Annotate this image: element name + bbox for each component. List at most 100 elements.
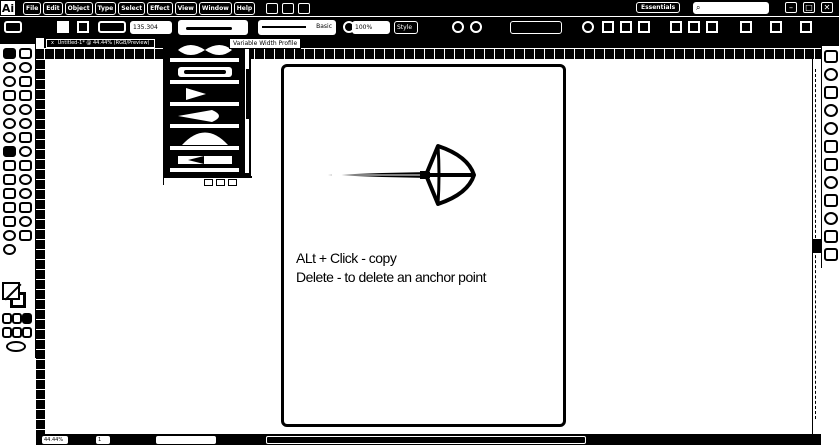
free-transform-icon[interactable] — [3, 146, 16, 157]
width-profile-item[interactable] — [170, 150, 239, 170]
variable-width-profile-select[interactable] — [178, 20, 248, 35]
menu-edit[interactable]: Edit — [43, 1, 63, 15]
search-help-input[interactable]: ⌕ — [693, 2, 769, 14]
stroke-swatch[interactable] — [77, 21, 89, 33]
control-panel-menu-icon[interactable] — [800, 21, 812, 33]
width-profile-scroll-thumb[interactable] — [246, 69, 249, 119]
transform-icon[interactable] — [582, 21, 594, 33]
none-mode-icon[interactable] — [22, 313, 32, 324]
eyedropper-icon[interactable] — [19, 174, 32, 185]
recolor-artwork-icon[interactable] — [452, 21, 464, 33]
vertical-scrollbar[interactable] — [812, 59, 821, 434]
align-middle-icon[interactable] — [688, 21, 700, 33]
magic-wand-icon[interactable] — [3, 62, 16, 73]
zoom-icon[interactable] — [3, 230, 16, 241]
slice-icon[interactable] — [3, 216, 16, 227]
document-tab[interactable]: x Untitled-1* @ 44.44% (RGB/Preview) — [46, 39, 155, 48]
brushes-icon[interactable] — [824, 104, 838, 117]
menu-view[interactable]: View — [174, 1, 197, 15]
type-icon[interactable] — [19, 76, 32, 87]
draw-normal-icon[interactable] — [2, 327, 12, 338]
color-panel-icon[interactable] — [824, 50, 838, 63]
screen-mode-icon[interactable] — [298, 2, 311, 14]
graphic-styles-icon[interactable] — [824, 212, 838, 225]
arrow-artwork[interactable] — [322, 138, 478, 214]
zoom-level-field[interactable]: 44.44% — [42, 436, 68, 444]
fill-swatch[interactable] — [57, 21, 69, 33]
opacity-field[interactable]: 100% — [352, 21, 390, 34]
menu-window[interactable]: Window — [198, 1, 232, 15]
hand-icon[interactable] — [19, 216, 32, 227]
bridge-icon[interactable] — [266, 2, 279, 14]
align-bottom-icon[interactable] — [706, 21, 718, 33]
draw-inside-icon[interactable] — [22, 327, 32, 338]
fill-color-box[interactable] — [2, 282, 20, 300]
swap-fill-stroke-icon[interactable] — [3, 244, 16, 255]
delete-profile-icon[interactable] — [228, 179, 237, 186]
artboard[interactable]: ALt + Click - copy Delete - to delete an… — [281, 64, 566, 427]
style-button[interactable]: Style — [394, 21, 418, 34]
direct-selection-icon[interactable] — [19, 48, 32, 59]
default-fill-stroke-icon[interactable] — [19, 230, 32, 241]
tools-panel-header[interactable] — [0, 38, 36, 44]
change-screen-mode-icon[interactable] — [6, 341, 26, 352]
menu-select[interactable]: Select — [118, 1, 146, 15]
status-info-field[interactable] — [156, 436, 216, 444]
artboard-icon[interactable] — [19, 202, 32, 213]
close-tab-icon[interactable]: x — [51, 40, 54, 47]
menu-effect[interactable]: Effect — [147, 1, 173, 15]
line-icon[interactable] — [3, 90, 16, 101]
menu-help[interactable]: Help — [233, 1, 256, 15]
width-profile-item[interactable] — [170, 106, 239, 126]
close-window-button[interactable]: ✕ — [821, 2, 833, 13]
width-profile-item[interactable] — [170, 128, 239, 148]
pen-icon[interactable] — [3, 76, 16, 87]
shape-builder-icon[interactable] — [19, 146, 32, 157]
blend-icon[interactable] — [3, 188, 16, 199]
width-profile-scrollbar[interactable] — [244, 38, 250, 174]
menu-file[interactable]: File — [23, 1, 42, 15]
transparency-icon[interactable] — [824, 176, 838, 189]
layers-icon[interactable] — [824, 230, 838, 243]
artboard-number-field[interactable]: 1 — [96, 436, 110, 444]
scale-icon[interactable] — [3, 132, 16, 143]
stroke-label-button[interactable] — [98, 21, 126, 33]
symbol-sprayer-icon[interactable] — [19, 188, 32, 199]
panel-dock-header[interactable] — [822, 38, 839, 46]
rotate-icon[interactable] — [19, 118, 32, 129]
symbols-icon[interactable] — [824, 122, 838, 135]
color-guide-icon[interactable] — [824, 68, 838, 81]
artboards-panel-icon[interactable] — [824, 248, 838, 261]
align-options[interactable] — [510, 21, 562, 34]
arrange-documents-icon[interactable] — [282, 2, 295, 14]
stroke-weight-field[interactable]: 135.304 — [130, 21, 172, 34]
document-setup-icon[interactable] — [740, 21, 752, 33]
horizontal-ruler[interactable] — [44, 49, 821, 59]
align-top-icon[interactable] — [670, 21, 682, 33]
scrollbar-thumb[interactable] — [813, 239, 821, 253]
align-center-icon[interactable] — [620, 21, 632, 33]
graph-icon[interactable] — [3, 202, 16, 213]
color-mode-icon[interactable] — [2, 313, 12, 324]
isolate-icon[interactable] — [470, 21, 482, 33]
reset-profiles-icon[interactable] — [204, 179, 213, 186]
width-icon[interactable] — [19, 132, 32, 143]
preferences-icon[interactable] — [770, 21, 782, 33]
rectangle-icon[interactable] — [19, 90, 32, 101]
width-profile-item[interactable] — [170, 62, 239, 82]
lasso-icon[interactable] — [19, 62, 32, 73]
swatches-icon[interactable] — [824, 86, 838, 99]
paintbrush-icon[interactable] — [3, 104, 16, 115]
gradient-panel-icon[interactable] — [824, 158, 838, 171]
stroke-icon[interactable] — [824, 140, 838, 153]
brush-definition-select[interactable]: Basic — [258, 20, 336, 35]
minimize-button[interactable]: – — [785, 2, 797, 13]
appearance-icon[interactable] — [824, 194, 838, 207]
menu-object[interactable]: Object — [64, 1, 93, 15]
artboard-text-line-1[interactable]: ALt + Click - copy — [296, 250, 397, 266]
horizontal-scrollbar[interactable] — [266, 436, 586, 444]
artboard-text-line-2[interactable]: Delete - to delete an anchor point — [296, 269, 487, 285]
pencil-icon[interactable] — [19, 104, 32, 115]
align-right-icon[interactable] — [638, 21, 650, 33]
align-left-icon[interactable] — [602, 21, 614, 33]
